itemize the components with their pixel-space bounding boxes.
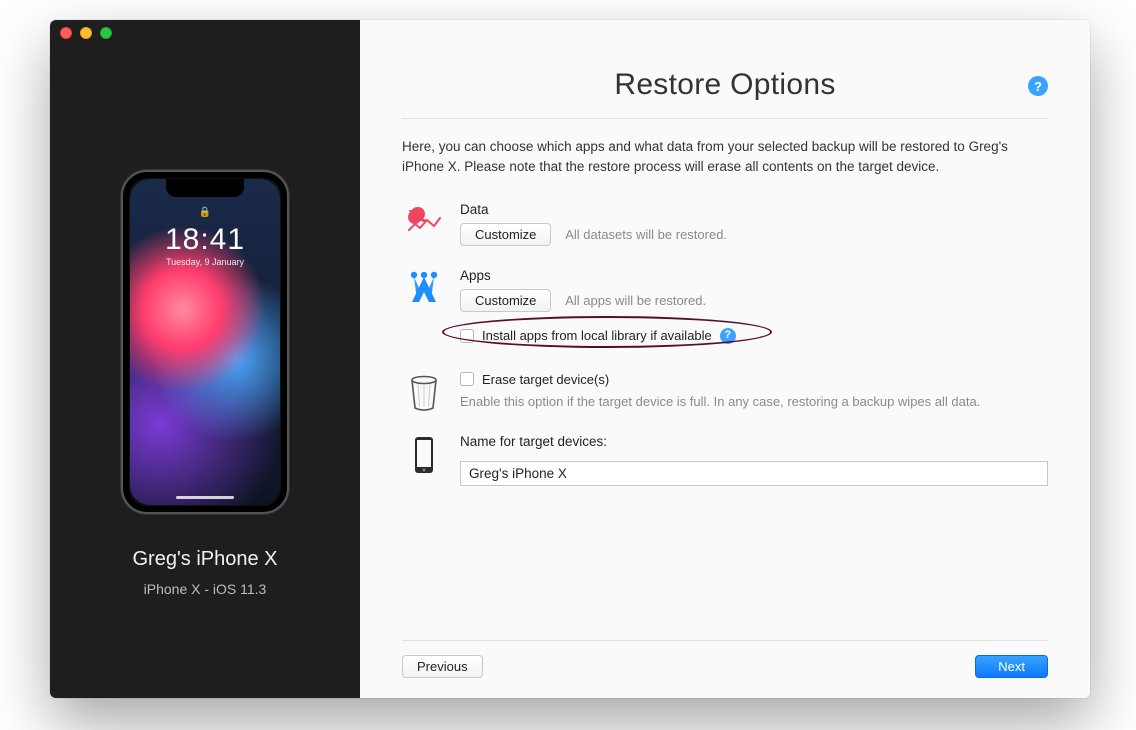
minimize-icon[interactable] <box>80 27 92 39</box>
apps-hint: All apps will be restored. <box>565 293 706 308</box>
maximize-icon[interactable] <box>100 27 112 39</box>
erase-note: Enable this option if the target device … <box>460 393 1048 412</box>
footer: Previous Next <box>360 626 1090 698</box>
apps-title: Apps <box>460 268 1048 283</box>
lock-icon: 🔒 <box>199 207 211 218</box>
titlebar <box>50 20 1090 42</box>
app-window: 🔒 18:41 Tuesday, 9 January Greg's iPhone… <box>50 20 1090 698</box>
install-local-apps-label: Install apps from local library if avail… <box>482 328 712 343</box>
main-panel: Restore Options ? Here, you can choose w… <box>360 20 1090 698</box>
install-local-apps-option[interactable]: Install apps from local library if avail… <box>460 328 1048 344</box>
help-icon: ? <box>1028 76 1048 96</box>
intro-text: Here, you can choose which apps and what… <box>402 137 1048 178</box>
phone-notch-icon <box>166 179 244 197</box>
section-data: Data Customize All datasets will be rest… <box>402 202 1048 246</box>
target-name-label: Name for target devices: <box>460 434 1048 449</box>
next-button[interactable]: Next <box>975 655 1048 678</box>
install-local-help-icon[interactable]: ? <box>720 328 736 344</box>
erase-target-checkbox[interactable] <box>460 372 474 386</box>
data-icon <box>402 202 446 236</box>
highlighted-option: Install apps from local library if avail… <box>460 322 1048 350</box>
target-name-input[interactable] <box>460 461 1048 486</box>
apps-icon <box>402 268 446 304</box>
close-icon[interactable] <box>60 27 72 39</box>
page-title: Restore Options <box>402 68 1048 102</box>
phone-screen: 🔒 18:41 Tuesday, 9 January <box>130 179 280 505</box>
trash-icon <box>402 372 446 412</box>
home-indicator-icon <box>176 496 234 499</box>
section-target-name: Name for target devices: <box>402 434 1048 486</box>
section-apps: Apps Customize All apps will be restored… <box>402 268 1048 350</box>
footer-divider <box>402 640 1048 641</box>
install-local-apps-checkbox[interactable] <box>460 329 474 343</box>
erase-target-option[interactable]: Erase target device(s) <box>460 372 1048 387</box>
customize-data-button[interactable]: Customize <box>460 223 551 246</box>
lockscreen-date: Tuesday, 9 January <box>130 257 280 267</box>
window-controls <box>60 27 112 39</box>
phone-icon <box>402 434 446 474</box>
device-sidebar: 🔒 18:41 Tuesday, 9 January Greg's iPhone… <box>50 20 360 698</box>
device-name: Greg's iPhone X <box>132 548 277 571</box>
device-subtitle: iPhone X - iOS 11.3 <box>144 581 267 597</box>
customize-apps-button[interactable]: Customize <box>460 289 551 312</box>
device-preview: 🔒 18:41 Tuesday, 9 January <box>121 170 289 514</box>
previous-button[interactable]: Previous <box>402 655 483 678</box>
section-erase: Erase target device(s) Enable this optio… <box>402 372 1048 412</box>
help-button[interactable]: ? <box>1028 76 1048 96</box>
data-title: Data <box>460 202 1048 217</box>
data-hint: All datasets will be restored. <box>565 227 727 242</box>
erase-target-label: Erase target device(s) <box>482 372 609 387</box>
lockscreen-time: 18:41 <box>130 223 280 257</box>
content: Here, you can choose which apps and what… <box>360 119 1090 508</box>
